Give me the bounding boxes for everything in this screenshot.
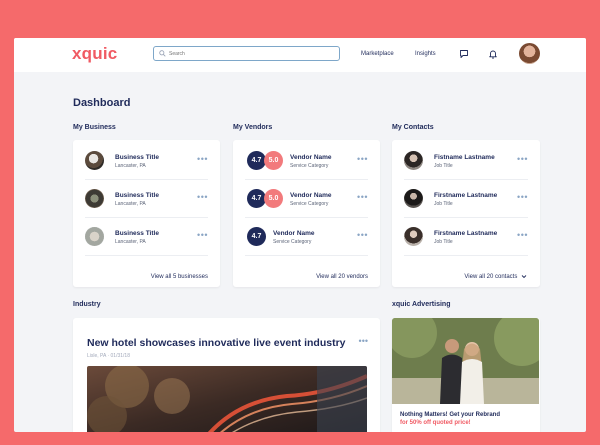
nav-marketplace-link[interactable]: Marketplace (361, 51, 394, 57)
contact-name: Fistname Lastname (434, 154, 495, 161)
more-options-icon[interactable]: ••• (517, 193, 528, 202)
more-options-icon[interactable]: ••• (197, 231, 208, 240)
my-contacts-heading: My Contacts (392, 124, 434, 131)
business-title: Business Title (115, 192, 159, 199)
contact-name: Firstname Lastname (434, 230, 498, 237)
view-all-contacts-link[interactable]: View all 20 contacts (464, 274, 527, 280)
business-thumbnail (85, 189, 104, 208)
notifications-bell-icon[interactable] (488, 49, 498, 59)
nav-insights-link[interactable]: Insights (415, 51, 436, 57)
more-options-icon[interactable]: ••• (517, 155, 528, 164)
contact-job-title: Job Title (434, 201, 453, 207)
messages-icon[interactable] (459, 49, 469, 59)
vendor-score-badge: 4.7 (247, 227, 266, 246)
user-avatar[interactable] (519, 43, 540, 64)
view-all-vendors-link[interactable]: View all 20 vendors (316, 274, 368, 280)
more-options-icon[interactable]: ••• (197, 155, 208, 164)
list-item[interactable]: Firstname Lastname Job Title ••• (404, 218, 528, 256)
list-item[interactable]: 4.7 5.0 Vendor Name Service Category ••• (245, 180, 368, 218)
search-input[interactable] (169, 48, 334, 59)
news-image (87, 366, 367, 432)
view-all-businesses-link[interactable]: View all 5 businesses (151, 274, 208, 280)
vendor-category: Service Category (290, 163, 329, 169)
contact-avatar (404, 227, 423, 246)
news-meta: Lisle, PA · 01/31/18 (87, 353, 130, 359)
contact-name: Firstname Lastname (434, 192, 498, 199)
my-contacts-card: Fistname Lastname Job Title ••• Firstnam… (392, 140, 540, 287)
list-item[interactable]: Fistname Lastname Job Title ••• (404, 142, 528, 180)
business-thumbnail (85, 227, 104, 246)
more-options-icon[interactable]: ••• (357, 231, 368, 240)
business-title: Business Title (115, 154, 159, 161)
view-all-contacts-label: View all 20 contacts (464, 274, 518, 280)
contact-job-title: Job Title (434, 239, 453, 245)
contact-job-title: Job Title (434, 163, 453, 169)
vendor-name: Vendor Name (273, 230, 315, 237)
list-item[interactable]: Business Title Lancaster, PA ••• (85, 218, 208, 256)
business-location: Lancaster, PA (115, 201, 146, 207)
more-options-icon[interactable]: ••• (357, 193, 368, 202)
couple-photo-graphic (392, 318, 539, 404)
advertising-line-1: Nothing Matters! Get your Rebrand (400, 412, 501, 418)
advertising-line-2: for 50% off quoted price! (400, 420, 471, 426)
my-vendors-card: 4.7 5.0 Vendor Name Service Category •••… (233, 140, 380, 287)
page-title: Dashboard (73, 97, 131, 109)
search-box[interactable] (153, 46, 340, 61)
vendor-score-badge: 5.0 (264, 189, 283, 208)
contact-avatar (404, 151, 423, 170)
more-options-icon[interactable]: ••• (517, 231, 528, 240)
industry-heading: Industry (73, 301, 101, 308)
more-options-icon[interactable]: ••• (197, 193, 208, 202)
list-item[interactable]: Business Title Lancaster, PA ••• (85, 142, 208, 180)
business-location: Lancaster, PA (115, 239, 146, 245)
industry-news-card[interactable]: New hotel showcases innovative live even… (73, 318, 380, 432)
business-location: Lancaster, PA (115, 163, 146, 169)
list-item[interactable]: Firstname Lastname Job Title ••• (404, 180, 528, 218)
advertising-image (392, 318, 539, 404)
business-title: Business Title (115, 230, 159, 237)
vendor-category: Service Category (273, 239, 312, 245)
search-icon (159, 50, 166, 57)
vendor-name: Vendor Name (290, 192, 332, 199)
app-window: xquic Marketplace Insights Dashboard My … (14, 38, 586, 432)
advertising-text: Nothing Matters! Get your Rebrand for 50… (400, 411, 530, 427)
list-item[interactable]: Business Title Lancaster, PA ••• (85, 180, 208, 218)
xquic-logo[interactable]: xquic (72, 44, 117, 64)
business-thumbnail (85, 151, 104, 170)
top-navigation-bar: xquic Marketplace Insights (14, 38, 586, 72)
list-item[interactable]: 4.7 5.0 Vendor Name Service Category ••• (245, 142, 368, 180)
more-options-icon[interactable]: ••• (357, 155, 368, 164)
chevron-down-icon (521, 275, 527, 279)
advertising-card[interactable]: Nothing Matters! Get your Rebrand for 50… (392, 318, 540, 432)
vendor-category: Service Category (290, 201, 329, 207)
my-vendors-heading: My Vendors (233, 124, 273, 131)
advertising-heading: xquic Advertising (392, 301, 451, 308)
my-business-card: Business Title Lancaster, PA ••• Busines… (73, 140, 220, 287)
news-photo-graphic (87, 366, 367, 432)
vendor-name: Vendor Name (290, 154, 332, 161)
more-options-icon[interactable]: ••• (359, 337, 368, 346)
my-business-heading: My Business (73, 124, 116, 131)
contact-avatar (404, 189, 423, 208)
vendor-score-badge: 5.0 (264, 151, 283, 170)
news-headline[interactable]: New hotel showcases innovative live even… (87, 337, 346, 349)
list-item[interactable]: 4.7 Vendor Name Service Category ••• (245, 218, 368, 256)
